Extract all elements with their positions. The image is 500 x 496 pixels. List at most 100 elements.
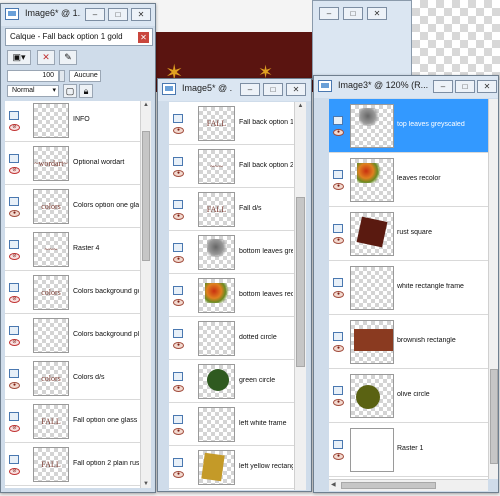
close-button[interactable]: ✕ bbox=[286, 83, 306, 96]
close-button[interactable]: ✕ bbox=[477, 80, 497, 93]
visibility-eye-icon[interactable]: ● bbox=[9, 209, 20, 217]
scroll-up-icon[interactable]: ▲ bbox=[295, 103, 306, 109]
layer-row[interactable]: ● left yellow rectangle bbox=[169, 446, 294, 489]
close-button[interactable]: ✕ bbox=[367, 7, 387, 20]
palette-close-icon[interactable]: ✕ bbox=[138, 32, 149, 43]
minimize-button[interactable]: – bbox=[85, 8, 105, 21]
visibility-eye-icon[interactable]: ● bbox=[333, 237, 344, 244]
maximize-button[interactable]: □ bbox=[263, 83, 283, 96]
layers-list[interactable]: ● FALL Fall back option 1 gold ● ~~~ Fall bac… bbox=[169, 102, 294, 490]
layer-row[interactable]: ⊘ FALL Fall option one glass r bbox=[5, 400, 140, 443]
layer-row[interactable]: ● bottom leaves recolor bbox=[169, 274, 294, 317]
layer-row[interactable]: ● colors Colors d/s bbox=[5, 357, 140, 400]
layer-thumbnail: ~wordart~ bbox=[33, 146, 69, 181]
minimize-button[interactable]: – bbox=[240, 83, 260, 96]
visibility-eye-icon[interactable]: ● bbox=[173, 169, 184, 177]
visibility-off-icon[interactable]: ⊘ bbox=[9, 295, 20, 303]
scroll-left-icon[interactable]: ◀ bbox=[331, 481, 336, 488]
delete-layer-button[interactable]: ✕ bbox=[37, 50, 55, 65]
image6-window[interactable]: Image6* @ 1... – □ ✕ Calque - Fall back … bbox=[0, 3, 156, 493]
visibility-eye-icon[interactable]: ● bbox=[333, 453, 344, 460]
close-button[interactable]: ✕ bbox=[131, 8, 151, 21]
visibility-eye-icon[interactable]: ● bbox=[173, 298, 184, 306]
image3-window[interactable]: Image3* @ 120% (R... – □ ✕ ● top leaves g… bbox=[313, 75, 499, 493]
layers-list[interactable]: ⊘ INFO ⊘ ~wordart~ Optional wordart ● colors Co… bbox=[5, 101, 140, 488]
visibility-eye-icon[interactable]: ● bbox=[9, 381, 20, 389]
layer-row[interactable]: ● leaves recolor bbox=[329, 153, 488, 207]
layer-row[interactable]: ● olive circle bbox=[329, 369, 488, 423]
mask-selector[interactable]: Aucune bbox=[69, 70, 101, 82]
visibility-eye-icon[interactable]: ● bbox=[173, 255, 184, 263]
visibility-off-icon[interactable]: ⊘ bbox=[9, 424, 20, 432]
layers-scrollbar[interactable] bbox=[488, 99, 498, 479]
scrollbar-thumb[interactable] bbox=[490, 369, 498, 464]
visibility-eye-icon[interactable]: ● bbox=[173, 126, 184, 134]
maximize-button[interactable]: □ bbox=[343, 7, 363, 20]
layer-name: Colors d/s bbox=[73, 373, 105, 381]
layer-row[interactable]: ● FALL Fall d/s bbox=[169, 188, 294, 231]
layers-scrollbar[interactable]: ▲ ▼ bbox=[140, 101, 151, 488]
layer-row[interactable]: ⊘ ~~~ Raster 4 bbox=[5, 228, 140, 271]
visibility-eye-icon[interactable]: ● bbox=[333, 129, 344, 136]
window-titlebar[interactable]: Image3* @ 120% (R... – □ ✕ bbox=[314, 76, 498, 98]
layer-row[interactable]: ● green circle bbox=[169, 360, 294, 403]
visibility-eye-icon[interactable]: ● bbox=[173, 212, 184, 220]
scroll-up-icon[interactable]: ▲ bbox=[141, 102, 151, 108]
layer-row[interactable]: ● colors Colors option one glass bbox=[5, 185, 140, 228]
visibility-off-icon[interactable]: ⊘ bbox=[9, 252, 20, 260]
maximize-button[interactable]: □ bbox=[108, 8, 128, 21]
image5-window[interactable]: Image5* @ ... – □ ✕ ● FALL Fall back optio… bbox=[157, 78, 312, 492]
scrollbar-thumb[interactable] bbox=[296, 197, 305, 367]
raster-layer-icon bbox=[333, 386, 343, 395]
layer-thumbnail bbox=[198, 450, 235, 485]
scrollbar-thumb[interactable] bbox=[142, 131, 150, 261]
visibility-eye-icon[interactable]: ● bbox=[173, 427, 184, 435]
lock-layer-button[interactable]: 🔒︎ bbox=[79, 84, 93, 98]
minimize-button[interactable]: – bbox=[319, 7, 339, 20]
visibility-eye-icon[interactable]: ● bbox=[333, 399, 344, 406]
layer-row[interactable]: ● bottom leaves grey s bbox=[169, 231, 294, 274]
window-titlebar[interactable]: Image6* @ 1... – □ ✕ bbox=[1, 4, 155, 26]
layer-row[interactable]: ● brownish rectangle bbox=[329, 315, 488, 369]
horizontal-scrollbar-thumb[interactable] bbox=[341, 482, 436, 489]
layer-row[interactable]: ● top leaves greyscaled bbox=[329, 99, 488, 153]
maximize-button[interactable]: □ bbox=[455, 80, 475, 93]
visibility-eye-icon[interactable]: ● bbox=[333, 183, 344, 190]
new-layer-button[interactable]: ▣▾ bbox=[7, 50, 31, 65]
layer-row[interactable]: ⊘ FALL Fall option 2 plain rust bbox=[5, 443, 140, 486]
layer-row[interactable]: ● white rectangle frame bbox=[329, 261, 488, 315]
opacity-field[interactable]: 100 bbox=[7, 70, 59, 82]
visibility-off-icon[interactable]: ⊘ bbox=[9, 467, 20, 475]
visibility-eye-icon[interactable]: ● bbox=[173, 384, 184, 392]
visibility-eye-icon[interactable]: ● bbox=[333, 291, 344, 298]
layer-row[interactable]: ● FALL Fall back option 1 gold bbox=[169, 102, 294, 145]
layer-properties-button[interactable]: ✎ bbox=[59, 50, 77, 65]
visibility-off-icon[interactable]: ⊘ bbox=[9, 338, 20, 346]
layer-thumbnail bbox=[33, 318, 69, 353]
layer-row[interactable]: ● left white frame bbox=[169, 403, 294, 446]
layer-row[interactable]: ⊘ ~wordart~ Optional wordart bbox=[5, 142, 140, 185]
layer-row[interactable]: ● dotted circle bbox=[169, 317, 294, 360]
layers-scrollbar[interactable]: ▲ bbox=[294, 102, 306, 490]
horizontal-scrollbar[interactable]: ◀ bbox=[329, 479, 488, 491]
visibility-eye-icon[interactable]: ● bbox=[173, 470, 184, 478]
layer-row[interactable]: ⊘ colors Colors background gold bbox=[5, 271, 140, 314]
layer-row[interactable]: ● Raster 1 bbox=[329, 423, 488, 477]
visibility-eye-icon[interactable]: ● bbox=[173, 341, 184, 349]
window-titlebar[interactable]: Image5* @ ... – □ ✕ bbox=[158, 79, 311, 101]
minimize-button[interactable]: – bbox=[433, 80, 453, 93]
layer-row[interactable]: ⊘ Colors background plain bbox=[5, 314, 140, 357]
layer-row[interactable]: ● ~~~ Fall back option 2 cre bbox=[169, 145, 294, 188]
layer-row[interactable]: ● rust square bbox=[329, 207, 488, 261]
thumbnail-text: FALL bbox=[206, 204, 227, 214]
lock-transparency-button[interactable]: ▢ bbox=[63, 84, 77, 98]
layer-row[interactable]: ⊘ INFO bbox=[5, 101, 140, 142]
scroll-down-icon[interactable]: ▼ bbox=[141, 481, 151, 487]
raster-layer-icon bbox=[9, 325, 19, 335]
visibility-eye-icon[interactable]: ● bbox=[333, 345, 344, 352]
opacity-spinner[interactable] bbox=[59, 70, 65, 82]
visibility-off-icon[interactable]: ⊘ bbox=[9, 123, 20, 131]
visibility-off-icon[interactable]: ⊘ bbox=[9, 166, 20, 174]
blend-mode-select[interactable]: Normal ▾ bbox=[7, 85, 59, 97]
layers-list[interactable]: ● top leaves greyscaled ● leaves recolor ● ru… bbox=[329, 99, 488, 479]
